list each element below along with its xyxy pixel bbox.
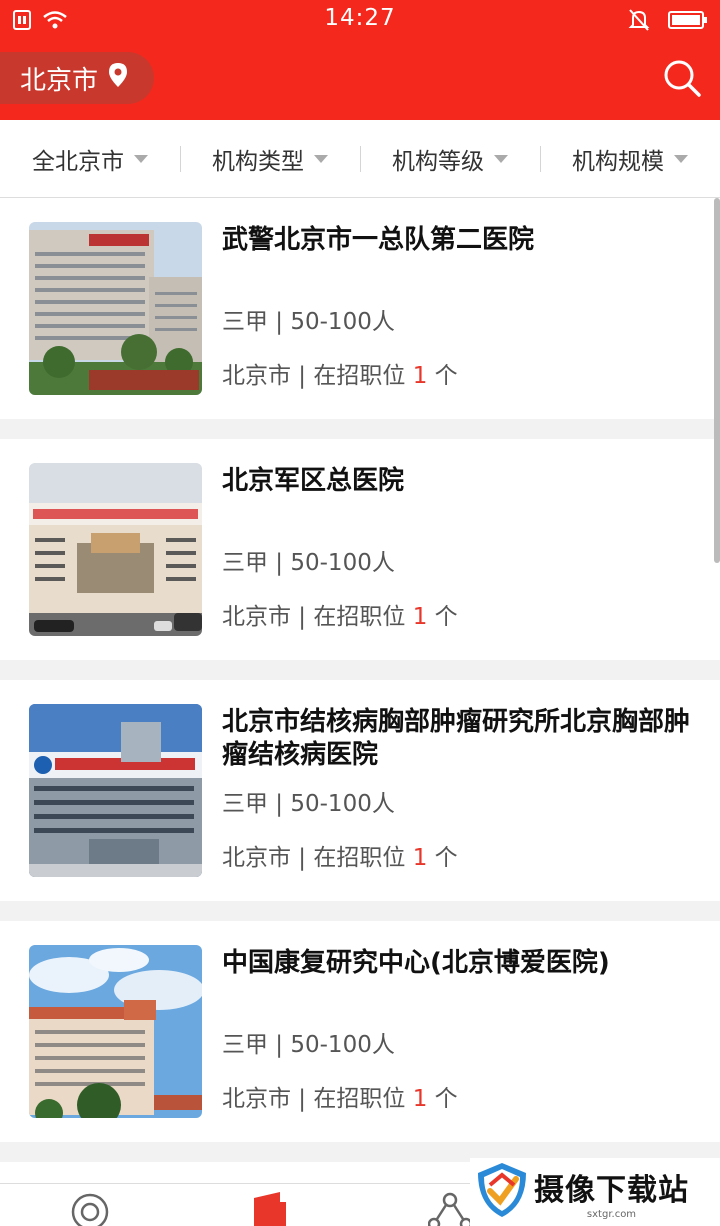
job-count: 1 — [412, 604, 428, 630]
mute-bell-icon — [628, 8, 650, 36]
filter-label: 机构等级 — [392, 148, 484, 175]
dropdown-arrow-icon — [134, 154, 148, 163]
count-unit: 个 — [427, 363, 458, 389]
hospital-grade-size: 三甲 | 50-100人 — [222, 1032, 395, 1058]
hospital-location-jobs: 北京市 | 在招职位 1 个 — [222, 838, 458, 872]
hospital-grade-size: 三甲 | 50-100人 — [222, 550, 395, 576]
hospital-card[interactable]: 北京军区总医院 三甲 | 50-100人 北京市 | 在招职位 1 个 — [0, 439, 720, 660]
search-icon — [662, 60, 702, 102]
watermark-text: 摄像下载站 — [534, 1172, 689, 1208]
location-text: 北京市 | 在招职位 — [222, 1086, 413, 1112]
hospital-photo — [29, 945, 202, 1118]
location-text: 北京市 | 在招职位 — [222, 604, 413, 630]
filter-label: 机构类型 — [212, 148, 304, 175]
dropdown-arrow-icon — [494, 154, 508, 163]
watermark-logo-icon — [476, 1161, 528, 1223]
filter-grade[interactable]: 机构等级 — [360, 144, 540, 175]
building-icon[interactable] — [250, 1192, 290, 1226]
scrollbar[interactable] — [714, 198, 720, 563]
hospital-list: 武警北京市一总队第二医院 三甲 | 50-100人 北京市 | 在招职位 1 个… — [0, 198, 720, 1222]
filter-scale[interactable]: 机构规模 — [540, 144, 720, 175]
hospital-location-jobs: 北京市 | 在招职位 1 个 — [222, 597, 458, 631]
city-selector[interactable]: 北京市 — [0, 52, 154, 104]
status-bar: 14:27 — [0, 0, 720, 40]
hospital-name: 中国康复研究中心(北京博爱医院) — [222, 948, 610, 978]
hospital-grade-size: 三甲 | 50-100人 — [222, 309, 395, 335]
filter-bar: 全北京市 机构类型 机构等级 机构规模 — [0, 120, 720, 198]
battery-icon — [668, 10, 708, 34]
filter-label: 全北京市 — [32, 148, 124, 175]
job-count: 1 — [412, 1086, 428, 1112]
home-target-icon[interactable] — [70, 1192, 110, 1226]
hospital-name: 武警北京市一总队第二医院 — [222, 225, 535, 255]
location-text: 北京市 | 在招职位 — [222, 845, 413, 871]
search-button[interactable] — [662, 58, 702, 98]
filter-type[interactable]: 机构类型 — [180, 144, 360, 175]
hospital-card[interactable]: 武警北京市一总队第二医院 三甲 | 50-100人 北京市 | 在招职位 1 个 — [0, 198, 720, 419]
location-pin-icon — [108, 62, 128, 95]
hospital-name: 北京市结核病胸部肿瘤研究所北京胸部肿瘤结核病医院 — [222, 707, 691, 770]
city-label: 北京市 — [20, 65, 99, 96]
watermark: 摄像下载站 sxtgr.com — [470, 1158, 720, 1226]
hospital-grade-size: 三甲 | 50-100人 — [222, 791, 395, 817]
count-unit: 个 — [427, 604, 458, 630]
hospital-location-jobs: 北京市 | 在招职位 1 个 — [222, 1079, 458, 1113]
job-count: 1 — [412, 363, 428, 389]
status-time: 14:27 — [324, 5, 396, 31]
hospital-photo — [29, 704, 202, 877]
hospital-name: 北京军区总医院 — [222, 466, 405, 496]
dropdown-arrow-icon — [314, 154, 328, 163]
hospital-photo — [29, 463, 202, 636]
dropdown-arrow-icon — [674, 154, 688, 163]
location-text: 北京市 | 在招职位 — [222, 363, 413, 389]
hospital-photo — [29, 222, 202, 395]
hospital-card[interactable]: 北京市结核病胸部肿瘤研究所北京胸部肿瘤结核病医院 三甲 | 50-100人 北京… — [0, 680, 720, 901]
watermark-url: sxtgr.com — [586, 1208, 637, 1220]
count-unit: 个 — [427, 845, 458, 871]
job-count: 1 — [412, 845, 428, 871]
hospital-card[interactable]: 中国康复研究中心(北京博爱医院) 三甲 | 50-100人 北京市 | 在招职位… — [0, 921, 720, 1142]
filter-label: 机构规模 — [572, 148, 664, 175]
app-header: 北京市 — [0, 40, 720, 120]
filter-region[interactable]: 全北京市 — [0, 144, 180, 175]
hospital-location-jobs: 北京市 | 在招职位 1 个 — [222, 356, 458, 390]
count-unit: 个 — [427, 1086, 458, 1112]
network-icon[interactable] — [427, 1192, 473, 1226]
